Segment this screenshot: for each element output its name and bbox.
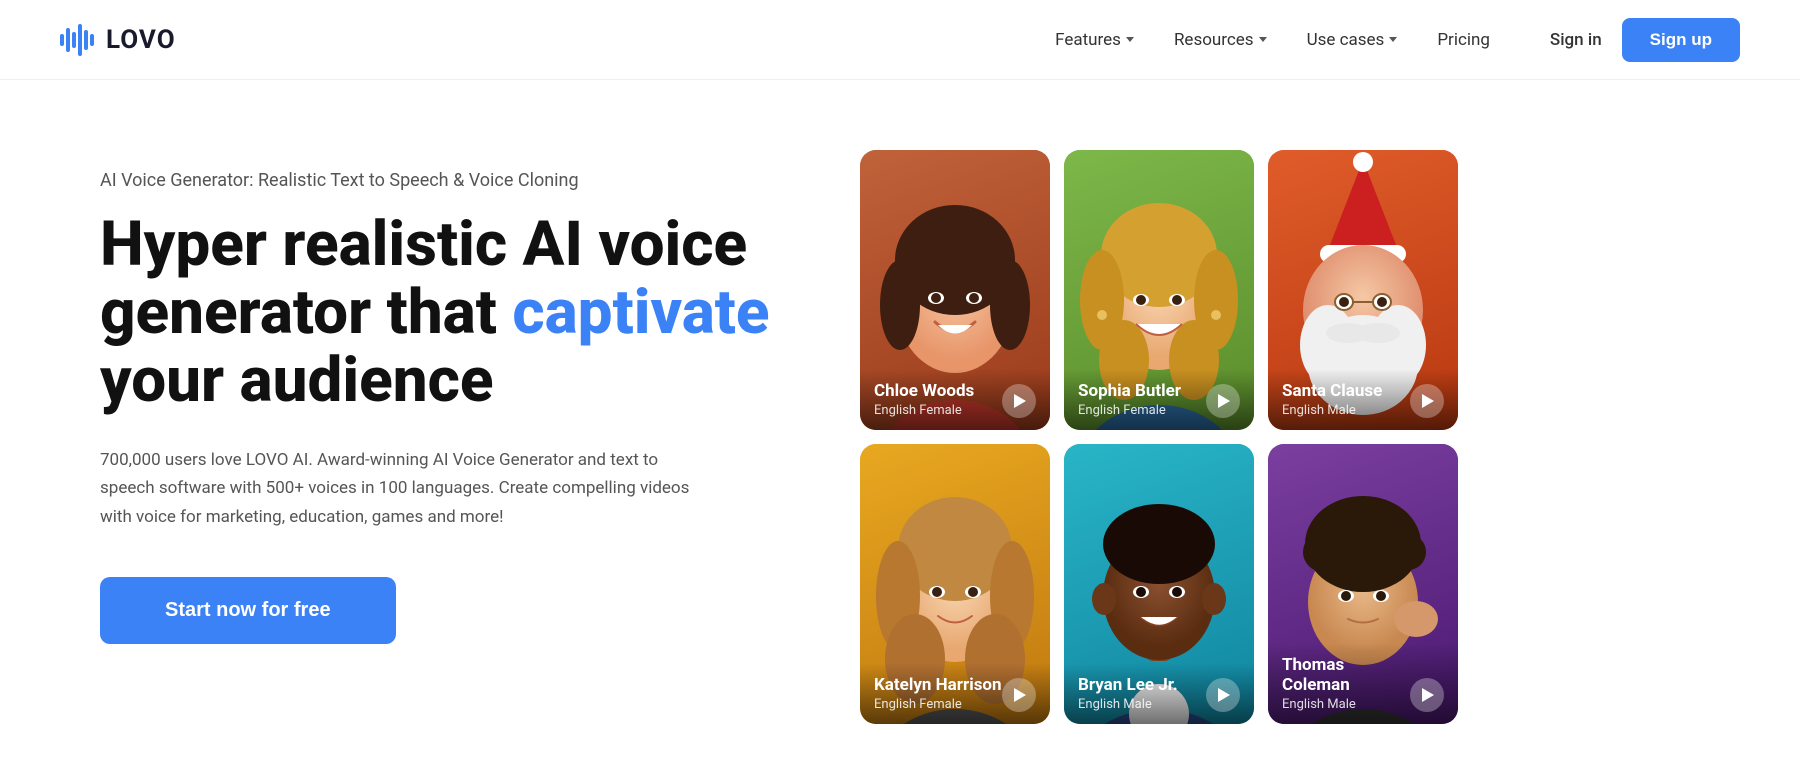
- voice-card-bryan[interactable]: Bryan Lee Jr. English Male: [1064, 444, 1254, 724]
- play-button[interactable]: [1410, 384, 1444, 418]
- nav-links: Features Resources Use cases Pricing: [1055, 30, 1490, 50]
- card-overlay: Sophia Butler English Female: [1064, 369, 1254, 430]
- card-overlay: Katelyn Harrison English Female: [860, 663, 1050, 724]
- sign-in-link[interactable]: Sign in: [1550, 30, 1602, 50]
- logo-icon: [60, 24, 98, 56]
- card-info: Katelyn Harrison English Female: [874, 675, 1002, 712]
- voice-name: Thomas Coleman: [1282, 655, 1410, 695]
- nav-resources[interactable]: Resources: [1174, 30, 1267, 50]
- voice-name: Santa Clause: [1282, 381, 1382, 401]
- hero-headline: Hyper realistic AI voice generator that …: [100, 211, 800, 416]
- hero-description: 700,000 users love LOVO AI. Award-winnin…: [100, 446, 700, 533]
- card-overlay: Bryan Lee Jr. English Male: [1064, 663, 1254, 724]
- card-info: Sophia Butler English Female: [1078, 381, 1181, 418]
- card-photo: Santa Clause English Male: [1268, 150, 1458, 430]
- nav-use-cases[interactable]: Use cases: [1307, 30, 1398, 50]
- play-button[interactable]: [1002, 678, 1036, 712]
- chevron-down-icon: [1259, 37, 1267, 42]
- card-info: Santa Clause English Male: [1282, 381, 1382, 418]
- nav-pricing[interactable]: Pricing: [1437, 30, 1490, 50]
- play-icon: [1422, 394, 1434, 408]
- play-icon: [1014, 394, 1026, 408]
- voice-name: Sophia Butler: [1078, 381, 1181, 401]
- voice-card-katelyn[interactable]: Katelyn Harrison English Female: [860, 444, 1050, 724]
- play-button[interactable]: [1206, 384, 1240, 418]
- play-icon: [1014, 688, 1026, 702]
- play-button[interactable]: [1002, 384, 1036, 418]
- nav-features[interactable]: Features: [1055, 30, 1134, 50]
- voice-name: Chloe Woods: [874, 381, 974, 401]
- card-photo: Katelyn Harrison English Female: [860, 444, 1050, 724]
- card-overlay: Thomas Coleman English Male: [1268, 643, 1458, 724]
- voice-card-santa[interactable]: Santa Clause English Male: [1268, 150, 1458, 430]
- cta-button[interactable]: Start now for free: [100, 577, 396, 644]
- voice-lang: English Male: [1282, 403, 1382, 418]
- logo-text: LOVO: [106, 25, 176, 55]
- card-info: Thomas Coleman English Male: [1282, 655, 1410, 712]
- play-icon: [1422, 688, 1434, 702]
- card-photo: Chloe Woods English Female: [860, 150, 1050, 430]
- play-button[interactable]: [1410, 678, 1444, 712]
- voice-lang: English Female: [874, 403, 974, 418]
- card-photo: Sophia Butler English Female: [1064, 150, 1254, 430]
- voice-lang: English Male: [1078, 697, 1178, 712]
- play-icon: [1218, 394, 1230, 408]
- voice-name: Katelyn Harrison: [874, 675, 1002, 695]
- voice-name: Bryan Lee Jr.: [1078, 675, 1178, 695]
- voice-lang: English Female: [874, 697, 1002, 712]
- logo[interactable]: LOVO: [60, 24, 176, 56]
- voice-card-thomas[interactable]: Thomas Coleman English Male: [1268, 444, 1458, 724]
- card-info: Bryan Lee Jr. English Male: [1078, 675, 1178, 712]
- voice-lang: English Male: [1282, 697, 1410, 712]
- headline-highlight: captivate: [512, 276, 769, 349]
- voice-card-chloe[interactable]: Chloe Woods English Female: [860, 150, 1050, 430]
- sign-up-button[interactable]: Sign up: [1622, 18, 1740, 62]
- card-photo: Thomas Coleman English Male: [1268, 444, 1458, 724]
- chevron-down-icon: [1126, 37, 1134, 42]
- voice-card-sophia[interactable]: Sophia Butler English Female: [1064, 150, 1254, 430]
- voice-grid: Chloe Woods English Female: [860, 140, 1740, 724]
- chevron-down-icon: [1389, 37, 1397, 42]
- card-overlay: Chloe Woods English Female: [860, 369, 1050, 430]
- play-icon: [1218, 688, 1230, 702]
- card-photo: Bryan Lee Jr. English Male: [1064, 444, 1254, 724]
- navbar: LOVO Features Resources Use cases Pricin…: [0, 0, 1800, 80]
- play-button[interactable]: [1206, 678, 1240, 712]
- main-content: AI Voice Generator: Realistic Text to Sp…: [0, 80, 1800, 724]
- headline-text-2: your audience: [100, 344, 494, 417]
- hero-section: AI Voice Generator: Realistic Text to Sp…: [100, 140, 800, 644]
- nav-auth: Sign in Sign up: [1550, 18, 1740, 62]
- card-overlay: Santa Clause English Male: [1268, 369, 1458, 430]
- voice-lang: English Female: [1078, 403, 1181, 418]
- card-info: Chloe Woods English Female: [874, 381, 974, 418]
- hero-subtitle: AI Voice Generator: Realistic Text to Sp…: [100, 170, 800, 191]
